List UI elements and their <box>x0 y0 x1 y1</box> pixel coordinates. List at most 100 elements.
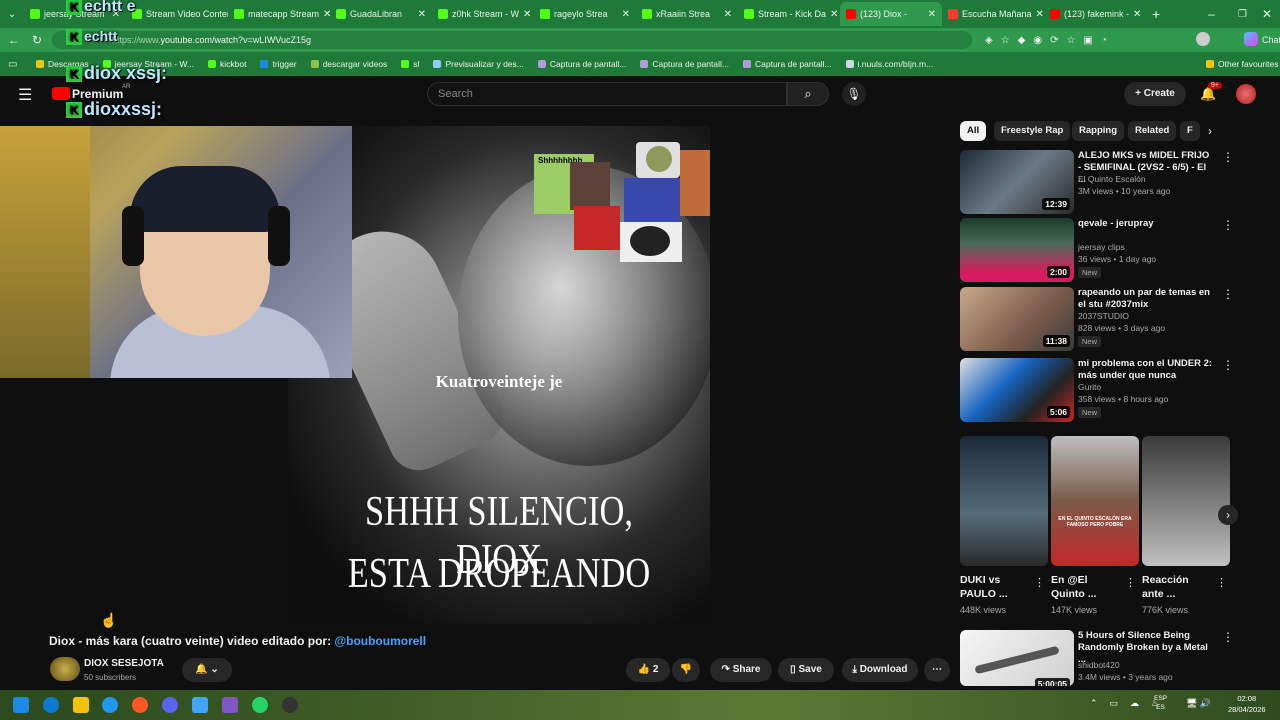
recommended-video[interactable]: 11:38 rapeando un par de temas en el stu … <box>960 287 1234 351</box>
close-tab-icon[interactable]: ✕ <box>323 9 330 20</box>
avatar[interactable] <box>1196 32 1210 46</box>
pen-icon[interactable] <box>222 697 238 713</box>
app-icon[interactable] <box>192 697 208 713</box>
bookmark-item[interactable]: kickbot <box>208 59 246 69</box>
menu-icon[interactable]: ☰ <box>18 85 32 105</box>
create-button[interactable]: + Create <box>1124 82 1186 106</box>
subscribe-bell-button[interactable]: 🔔 ⌄ <box>182 658 232 682</box>
bookmark-item[interactable]: Previsualizar y des... <box>433 59 524 69</box>
short-3[interactable] <box>1142 436 1230 566</box>
extension-icons[interactable]: ◈☆◆◉⟳☆▣◔ <box>985 35 1115 46</box>
filter-chip[interactable]: F <box>1180 121 1200 141</box>
filter-chip[interactable]: All <box>960 121 987 141</box>
tab-label: matecapp Stream <box>248 9 320 19</box>
more-icon[interactable]: ⋮ <box>1222 358 1234 372</box>
reload-icon[interactable]: ↻ <box>32 33 42 47</box>
close-tab-icon[interactable]: ✕ <box>1133 9 1141 20</box>
browser-tab[interactable]: Stream - Kick Da ✕ <box>738 2 840 26</box>
edge-icon[interactable] <box>43 697 59 713</box>
more-icon[interactable]: ⋮ <box>1216 576 1227 589</box>
more-icon[interactable]: ⋮ <box>1222 630 1234 644</box>
short-2-title[interactable]: En @El Quinto ... <box>1051 573 1121 601</box>
close-tab-icon[interactable]: ✕ <box>523 9 531 20</box>
more-icon[interactable]: ⋮ <box>1222 218 1234 232</box>
more-icon[interactable]: ⋮ <box>1222 287 1234 301</box>
download-button[interactable]: ⤓ Download <box>842 658 918 682</box>
channel-name[interactable]: DIOX SESEJOTA <box>84 658 164 669</box>
more-icon[interactable]: ⋮ <box>1034 576 1045 589</box>
short-1-title[interactable]: DUKI vs PAULO ... <box>960 573 1030 601</box>
bookmark-item[interactable]: sl <box>401 59 419 69</box>
close-tab-icon[interactable]: ✕ <box>622 9 630 20</box>
minimize-icon[interactable]: – <box>1208 7 1215 21</box>
short-2[interactable]: EN EL QUINTO ESCALÓN ERA FAMOSO PERO POB… <box>1051 436 1139 566</box>
browser-tab[interactable]: z0hk Stream - W ✕ <box>432 2 534 26</box>
browser-tab[interactable]: GuadaLibran ✕ <box>330 2 432 26</box>
obs-icon[interactable] <box>282 697 298 713</box>
whatsapp-icon[interactable] <box>252 697 268 713</box>
close-tab-icon[interactable]: ✕ <box>724 9 732 20</box>
search-button[interactable]: ⌕ <box>787 82 829 106</box>
close-tab-icon[interactable]: ✕ <box>418 9 426 20</box>
brave-icon[interactable] <box>132 697 148 713</box>
browser-icon[interactable] <box>102 697 118 713</box>
avatar[interactable] <box>1236 84 1256 104</box>
bookmark-item[interactable]: Captura de pantall... <box>537 59 627 69</box>
address-field[interactable]: https://www.youtube.com/watch?v=wLIWVucZ… <box>52 31 972 49</box>
channel-avatar[interactable] <box>50 657 80 681</box>
chevron-right-icon[interactable]: › <box>1208 124 1212 138</box>
browser-tab[interactable]: xRaaiin Strea ✕ <box>636 2 738 26</box>
filter-chip[interactable]: Related <box>1128 121 1177 141</box>
browser-tab[interactable]: matecapp Stream ✕ <box>228 2 330 26</box>
browser-tab[interactable]: Escucha Mañana ✕ <box>942 2 1044 26</box>
sidebar-toggle-icon[interactable]: ▭ <box>8 59 17 70</box>
recommended-video[interactable]: 5:00:05 5 Hours of Silence Being Randoml… <box>960 630 1234 694</box>
like-button[interactable]: 👍 2 <box>626 658 670 682</box>
bookmark-item[interactable]: i.nuuls.com/bIjn.m... <box>845 59 933 69</box>
bookmark-item[interactable]: Captura de pantall... <box>742 59 832 69</box>
bookmark-item[interactable]: trigger <box>260 59 297 69</box>
filter-chip[interactable]: Freestyle Rap <box>994 121 1071 141</box>
clock[interactable]: 02:08 28/04/2026 <box>1228 693 1266 715</box>
voice-search-button[interactable]: 🎙 <box>842 82 866 106</box>
browser-tab[interactable]: (123) fakemink - ✕ <box>1044 2 1146 26</box>
more-actions-button[interactable]: ⋯ <box>924 658 950 682</box>
maximize-icon[interactable]: ❐ <box>1238 9 1247 20</box>
language-indicator[interactable]: ESP ES <box>1154 694 1167 712</box>
search-input[interactable]: Search <box>427 82 787 106</box>
other-favourites[interactable]: Other favourites <box>1206 59 1278 69</box>
recommended-video[interactable]: 12:39 ALEJO MKS vs MIDEL FRIJO - SEMIFINA… <box>960 150 1234 214</box>
back-icon[interactable]: ← <box>8 33 20 47</box>
headphones <box>122 206 144 266</box>
recommended-video[interactable]: 2:00 qevale - jerupray jeersay clips 36 vie… <box>960 218 1234 282</box>
close-window-icon[interactable]: ✕ <box>1262 7 1272 21</box>
browser-tab[interactable]: rageylo Strea ✕ <box>534 2 636 26</box>
folder-icon[interactable] <box>73 697 89 713</box>
recommended-video[interactable]: 5:06 mi problema con el UNDER 2: más unde… <box>960 358 1234 422</box>
close-tab-icon[interactable]: ✕ <box>1036 9 1044 20</box>
mention-link[interactable]: @bouboumorell <box>334 634 426 648</box>
filter-chip[interactable]: Rapping <box>1072 121 1124 141</box>
start-icon[interactable] <box>13 697 29 713</box>
volume-icon[interactable]: 🖥 🔊 <box>1186 698 1211 709</box>
browser-tab[interactable]: Stream Video Content✕ <box>126 2 228 26</box>
bookmark-label: Captura de pantall... <box>549 59 627 69</box>
dislike-button[interactable]: 👎 <box>672 658 700 682</box>
copilot-icon[interactable] <box>1244 32 1258 46</box>
save-button[interactable]: ▯ Save <box>778 658 834 682</box>
close-tab-icon[interactable]: ✕ <box>928 9 936 20</box>
short-1[interactable] <box>960 436 1048 566</box>
bookmark-item[interactable]: descargar videos <box>310 59 387 69</box>
tab-list-icon[interactable]: ⌄ <box>0 9 24 20</box>
shorts-next-icon[interactable]: › <box>1218 505 1238 525</box>
more-icon[interactable]: ⋮ <box>1125 576 1136 589</box>
bookmark-item[interactable]: Captura de pantall... <box>640 59 729 69</box>
close-tab-icon[interactable]: ✕ <box>830 9 838 20</box>
discord-icon[interactable] <box>162 697 178 713</box>
chat-label[interactable]: Chat <box>1262 35 1280 45</box>
share-button[interactable]: ↷ Share <box>710 658 772 682</box>
browser-tab[interactable]: (123) Diox - ✕ <box>840 2 942 26</box>
new-tab-icon[interactable]: + <box>1152 6 1160 22</box>
more-icon[interactable]: ⋮ <box>1222 150 1234 164</box>
short-3-title[interactable]: Reacción ante ... <box>1142 573 1212 601</box>
